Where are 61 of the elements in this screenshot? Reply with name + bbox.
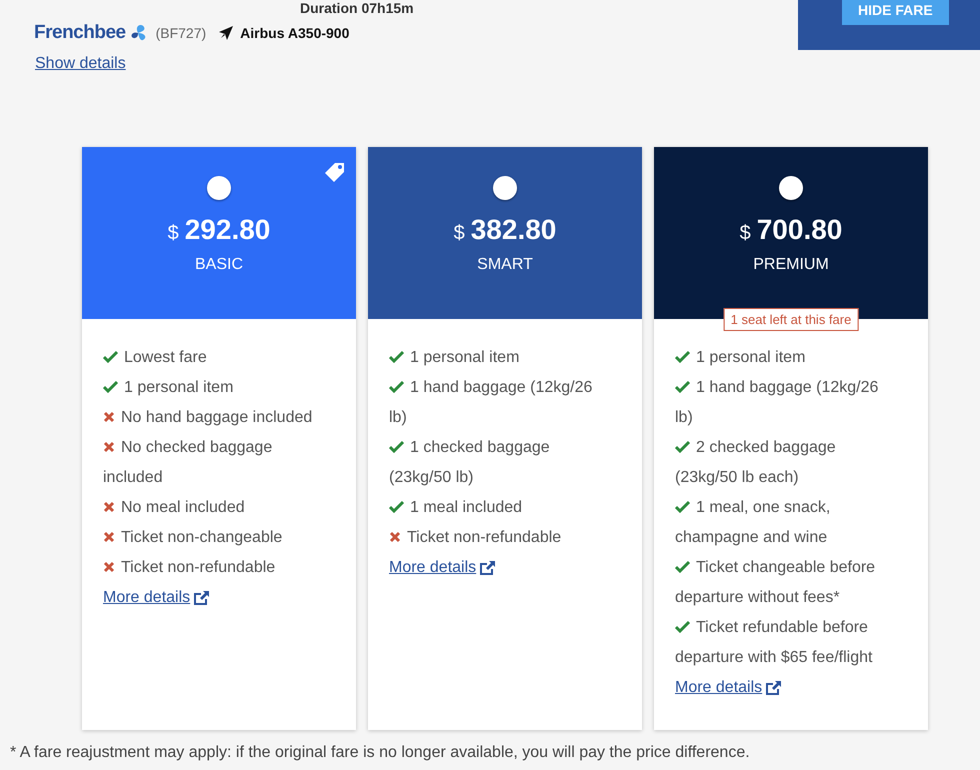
fare-feature: Ticket non-refundable — [389, 523, 602, 553]
check-icon — [389, 440, 404, 453]
check-icon — [103, 380, 118, 393]
check-icon — [675, 560, 690, 573]
availability-notice: 1 seat left at this fare — [724, 308, 858, 331]
cross-icon — [389, 531, 401, 543]
fare-feature: No hand baggage included — [103, 403, 316, 433]
currency-symbol: $ — [740, 222, 751, 245]
airline-logo: Frenchbee — [34, 22, 150, 44]
cross-icon — [103, 501, 115, 513]
fare-feature: 1 checked baggage (23kg/50 lb) — [389, 438, 551, 488]
fare-price: 382.80 — [470, 214, 556, 246]
aircraft-type: Airbus A350-900 — [240, 25, 350, 41]
fare-feature: 1 meal, one snack, champagne and wine — [675, 498, 832, 548]
fare-name: SMART — [477, 256, 533, 274]
fare-price: 700.80 — [756, 214, 842, 246]
show-details-link[interactable]: Show details — [35, 55, 126, 73]
fare-feature: Ticket changeable before departure without fees* — [675, 558, 876, 608]
cross-icon — [103, 561, 115, 573]
fare-feature: 1 hand baggage (12kg/26 lb) — [675, 378, 880, 428]
check-icon — [675, 500, 690, 513]
cross-icon — [103, 531, 115, 543]
fare-footnote: * A fare reajustment may apply: if the original fare is no longer available, you will pay the price difference. — [10, 744, 750, 761]
more-details-link[interactable]: More details — [389, 557, 496, 579]
fare-feature: Lowest fare — [103, 343, 316, 373]
cross-icon — [103, 441, 115, 453]
check-icon — [675, 440, 690, 453]
fare-feature: Ticket non-changeable — [103, 523, 316, 553]
fare-feature: Ticket refundable before departure with $65 fee/flight — [675, 618, 874, 668]
check-icon — [389, 500, 404, 513]
cross-icon — [103, 411, 115, 423]
fare-feature: 1 hand baggage (12kg/26 lb) — [389, 378, 594, 428]
fare-feature: 1 personal item — [675, 343, 888, 373]
check-icon — [675, 620, 690, 633]
currency-symbol: $ — [168, 222, 179, 245]
external-link-icon — [479, 560, 496, 576]
fare-feature: No meal included — [103, 493, 316, 523]
fare-feature: 1 personal item — [389, 343, 602, 373]
more-details-link[interactable]: More details — [675, 677, 782, 699]
fare-feature: No checked baggage included — [103, 438, 274, 488]
check-icon — [675, 380, 690, 393]
fare-name: PREMIUM — [753, 256, 829, 274]
check-icon — [675, 350, 690, 363]
fare-feature: 1 meal included — [389, 493, 602, 523]
check-icon — [389, 350, 404, 363]
fare-feature: 2 checked baggage (23kg/50 lb each) — [675, 438, 837, 488]
duration-text: Duration 07h15m — [300, 0, 414, 16]
fare-feature: Ticket non-refundable — [103, 553, 316, 583]
check-icon — [389, 380, 404, 393]
check-icon — [103, 350, 118, 363]
currency-symbol: $ — [454, 222, 465, 245]
fare-name: BASIC — [194, 256, 243, 274]
fare-radio[interactable] — [779, 176, 803, 200]
more-details-link[interactable]: More details — [103, 587, 210, 609]
external-link-icon — [765, 680, 782, 696]
fare-radio[interactable] — [493, 176, 517, 200]
external-link-icon — [193, 590, 210, 606]
flight-number: (BF727) — [156, 25, 206, 41]
fare-price: 292.80 — [184, 214, 270, 246]
fare-radio[interactable] — [207, 176, 231, 200]
fare-feature: 1 personal item — [103, 373, 316, 403]
